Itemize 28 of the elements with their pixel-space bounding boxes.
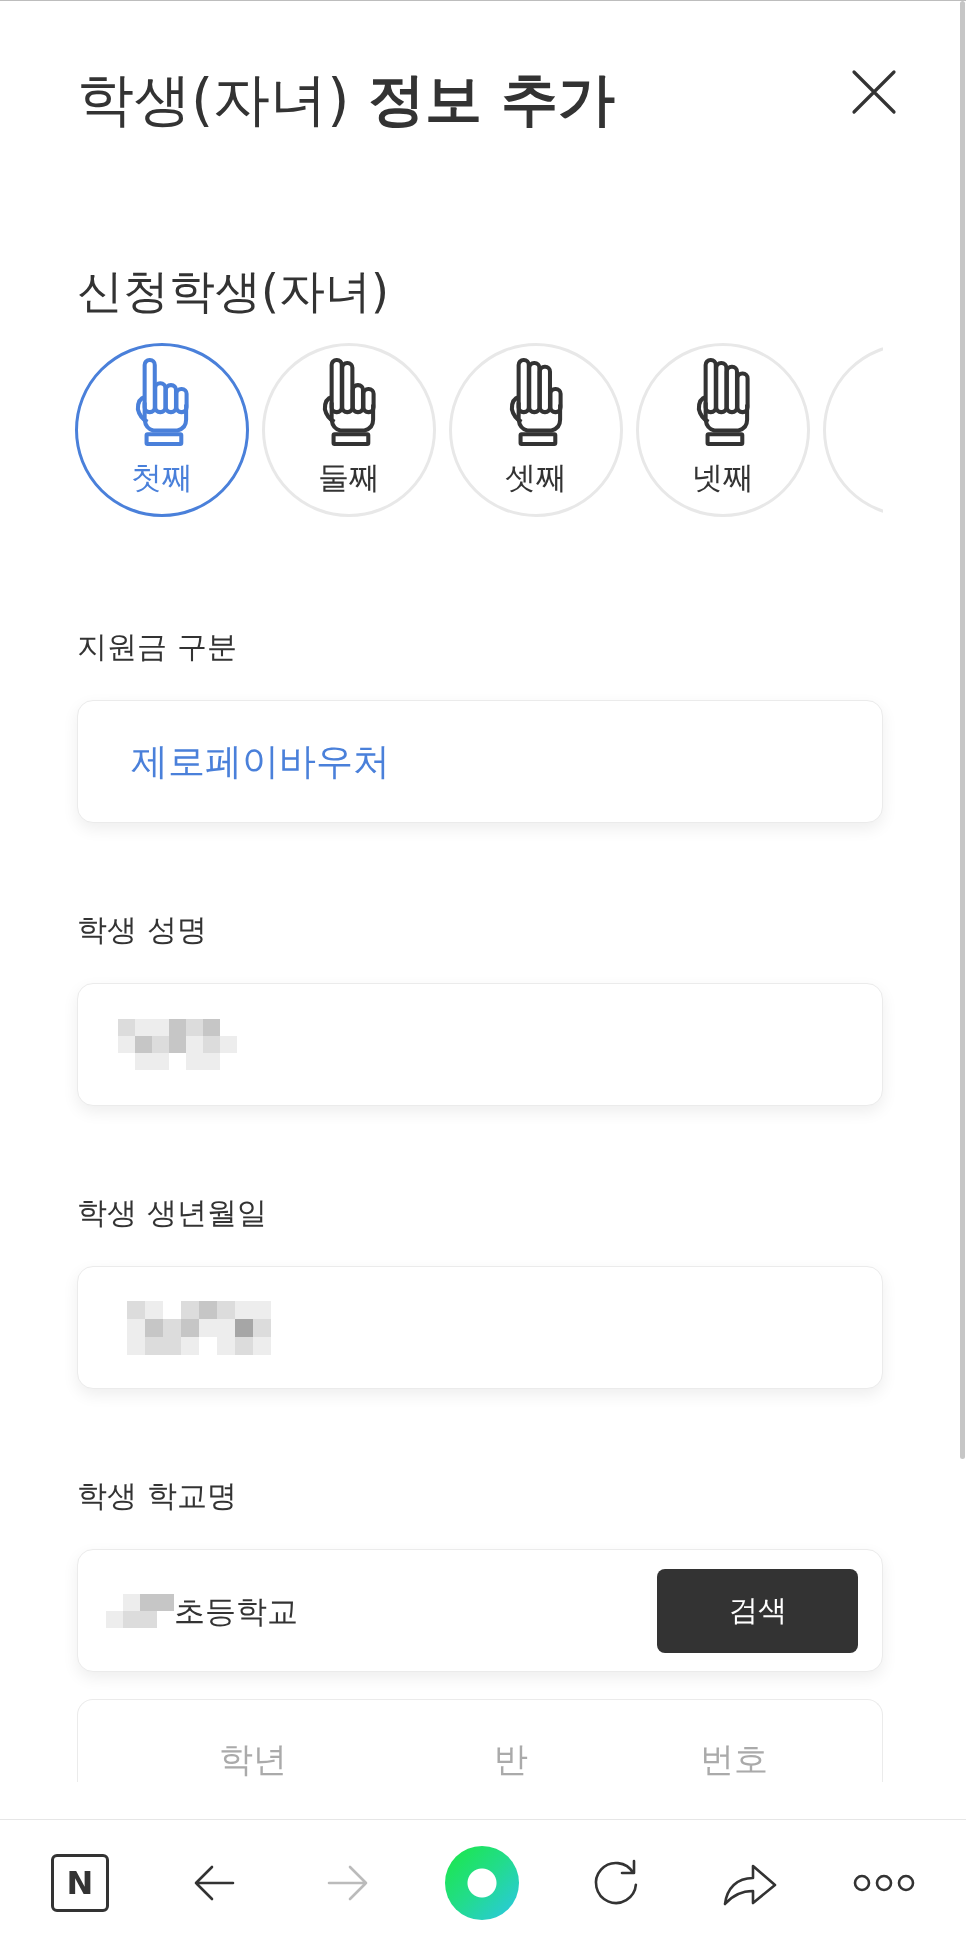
- field-label: 지원금 구분: [77, 628, 238, 666]
- scrollbar[interactable]: [960, 1, 965, 1459]
- input-field[interactable]: [77, 983, 883, 1106]
- more-button[interactable]: [853, 1873, 915, 1892]
- section-title: 신청학생(자녀): [77, 265, 390, 317]
- hand-icon: [135, 358, 189, 447]
- hand-icon: [322, 358, 376, 447]
- child-option[interactable]: 셋째: [449, 343, 623, 517]
- input-field[interactable]: 번호: [594, 1736, 874, 1782]
- child-option[interactable]: 첫째: [75, 343, 249, 517]
- input-field[interactable]: 반: [428, 1736, 594, 1782]
- dialog-title: 학생(자녀) 정보 추가: [77, 67, 616, 131]
- field-label: 학생 학교명: [77, 1477, 238, 1515]
- close-button[interactable]: [851, 69, 897, 115]
- field-label: 학생 생년월일: [77, 1194, 268, 1232]
- logo-button[interactable]: N: [51, 1853, 109, 1912]
- search-button[interactable]: 검색: [657, 1568, 858, 1653]
- input-field[interactable]: [77, 1266, 883, 1389]
- close-icon: [851, 69, 897, 115]
- support-type-field[interactable]: 제로페이바우처: [77, 700, 883, 823]
- school-name-text: 초등학교: [174, 1591, 298, 1631]
- field-label: 학생 성명: [77, 911, 208, 949]
- child-option[interactable]: 넷째: [636, 343, 810, 517]
- child-option[interactable]: 둘째: [262, 343, 436, 517]
- input-field[interactable]: 학년: [78, 1736, 428, 1782]
- more-icon: [853, 1873, 915, 1892]
- hand-icon: [509, 358, 563, 447]
- hand-icon: [696, 358, 750, 447]
